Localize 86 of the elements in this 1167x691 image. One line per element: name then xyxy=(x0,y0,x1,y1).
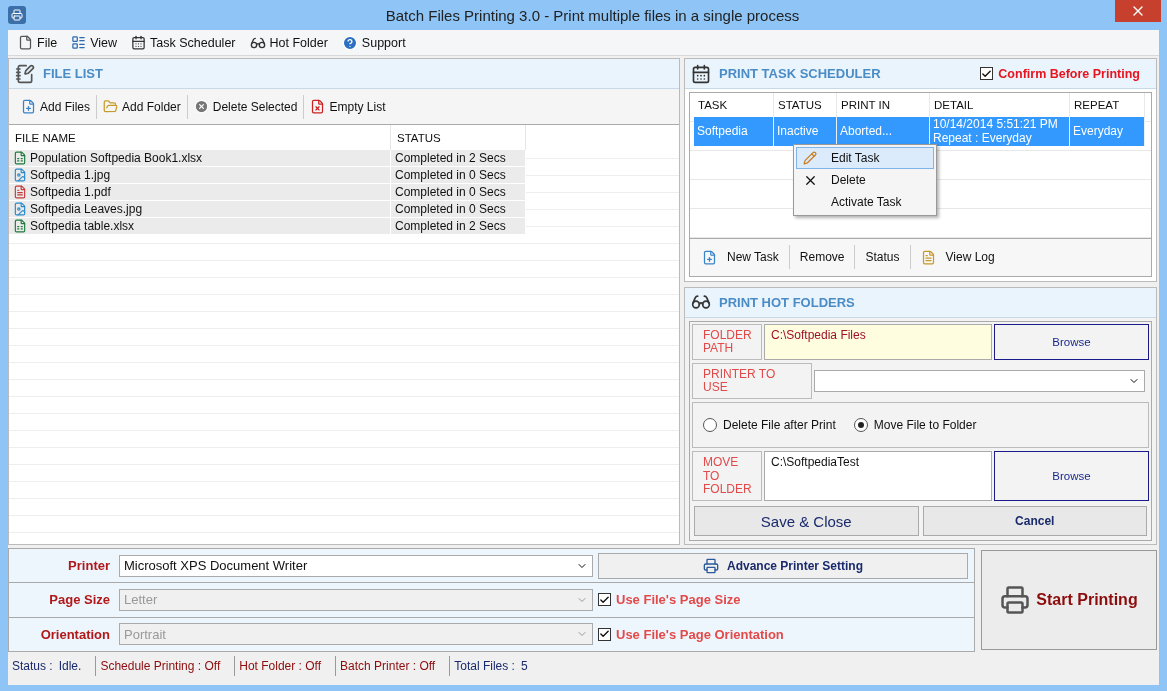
status-label: Schedule Printing : Off xyxy=(100,658,221,673)
table-cell: 10/14/2014 5:51:21 PM Repeat : Everyday xyxy=(930,117,1070,146)
table-cell: Completed in 0 Secs xyxy=(391,167,526,184)
table-cell: Completed in 2 Secs xyxy=(391,218,526,235)
image-icon xyxy=(13,202,27,216)
section-title: PRINT TASK SCHEDULER xyxy=(719,66,881,81)
table-cell: Completed in 0 Secs xyxy=(391,184,526,201)
file-plus-icon xyxy=(21,99,36,114)
folder-icon xyxy=(103,99,119,114)
spreadsheet-icon xyxy=(13,219,27,233)
file-name: Softpedia 1.pdf xyxy=(30,185,111,199)
checkbox-label: Use File's Page Size xyxy=(616,592,741,608)
field-label: FOLDER PATH xyxy=(692,323,762,361)
status-value: 5 xyxy=(520,658,528,673)
table-cell: Everyday xyxy=(1070,117,1145,146)
table-cell: Inactive xyxy=(774,117,837,146)
advanced-settings-button[interactable]: Advance Printer Setting xyxy=(598,552,968,579)
folder-path-field[interactable]: C:\SoftpediaTest xyxy=(764,451,992,501)
pencil-icon xyxy=(803,151,817,165)
document-icon xyxy=(920,249,936,265)
calendar-icon xyxy=(131,35,147,50)
radio-label: Delete File after Print xyxy=(723,418,836,433)
cancel-button[interactable]: Cancel xyxy=(922,506,1147,536)
file-icon xyxy=(18,35,33,50)
menu-item[interactable]: File xyxy=(18,35,58,50)
toolbar-button[interactable]: Delete Selected xyxy=(187,94,305,119)
toolbar-button[interactable]: New Task xyxy=(692,245,790,270)
menu-item[interactable]: Delete xyxy=(796,169,934,191)
file-plus-icon xyxy=(702,249,717,265)
printer-icon xyxy=(1000,585,1031,615)
file-name: Softpedia table.xlsx xyxy=(30,219,135,233)
start-printing-button[interactable]: Start Printing xyxy=(981,550,1157,650)
status-label: Hot Folder : Off xyxy=(239,658,322,673)
menu-item[interactable]: Task Scheduler xyxy=(131,35,236,50)
spreadsheet-icon xyxy=(13,151,27,165)
file-name: Population Softpedia Book1.xlsx xyxy=(30,151,203,165)
notepad-icon xyxy=(15,63,35,84)
section-title: FILE LIST xyxy=(43,66,103,81)
app-icon xyxy=(8,6,26,24)
file-x-icon xyxy=(310,99,326,114)
list-icon xyxy=(71,35,87,50)
help-icon xyxy=(341,34,358,51)
menu-item[interactable]: Activate Task xyxy=(796,191,934,213)
checkbox-label: Confirm Before Printing xyxy=(998,66,1140,81)
file-name: Softpedia Leaves.jpg xyxy=(30,202,143,216)
delete-icon xyxy=(193,99,209,114)
window-title: Batch Files Printing 3.0 - Print multiple files in a single process xyxy=(385,6,800,24)
browse-button[interactable]: Browse xyxy=(994,323,1149,361)
field-label: PRINTER TO USE xyxy=(692,363,812,400)
toolbar-button[interactable]: Add Files xyxy=(15,94,98,119)
field-label: Page Size xyxy=(48,592,111,608)
table-cell: Completed in 0 Secs xyxy=(391,201,526,218)
menu-item[interactable]: Support xyxy=(341,34,406,51)
image-icon xyxy=(13,168,27,182)
calendar-icon xyxy=(691,63,711,84)
field-label: MOVE TO FOLDER xyxy=(692,451,762,501)
file-name: Softpedia 1.jpg xyxy=(30,168,111,182)
field-label: Printer xyxy=(67,558,111,574)
menu-item[interactable]: Hot Folder xyxy=(249,34,328,51)
status-label: Batch Printer : Off xyxy=(340,658,436,673)
toolbar-button[interactable]: Status xyxy=(855,245,911,270)
radio-label: Move File to Folder xyxy=(873,418,977,433)
toolbar-button[interactable]: Empty List xyxy=(304,94,392,119)
toolbar-button[interactable]: Remove xyxy=(789,245,856,270)
checkbox[interactable] xyxy=(980,67,994,80)
menu-item[interactable]: Edit Task xyxy=(796,147,934,169)
dropdown[interactable]: Microsoft XPS Document Writer xyxy=(119,554,593,577)
toolbar-button[interactable]: Add Folder xyxy=(97,94,188,119)
status-label: Total Files : xyxy=(454,658,515,673)
status-value: Idle. xyxy=(58,658,82,673)
table-cell: Softpedia xyxy=(694,117,774,146)
printer-icon xyxy=(703,557,719,574)
table-cell: Aborted... xyxy=(837,117,930,146)
section-title: PRINT HOT FOLDERS xyxy=(719,294,855,310)
browse-button[interactable]: Browse xyxy=(994,451,1149,501)
field-label: Orientation xyxy=(39,626,111,642)
radio-button[interactable] xyxy=(703,418,717,433)
radio-button[interactable] xyxy=(853,418,868,433)
status-label: Status : xyxy=(12,658,53,673)
toolbar-button[interactable]: View Log xyxy=(910,245,1005,270)
pdf-icon xyxy=(13,185,27,199)
menu-item[interactable]: View xyxy=(71,35,118,50)
checkbox-label: Use File's Page Orientation xyxy=(616,626,784,642)
save-button[interactable]: Save & Close xyxy=(694,506,919,536)
folder-path-field[interactable]: C:\Softpedia Files xyxy=(764,323,992,361)
table-cell: Completed in 2 Secs xyxy=(391,150,526,167)
